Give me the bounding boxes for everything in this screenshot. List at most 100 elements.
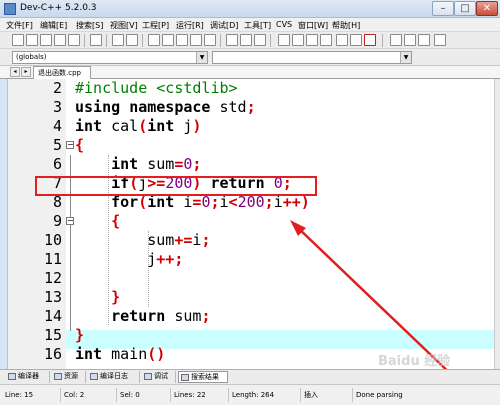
new-project-icon[interactable] xyxy=(390,34,402,46)
code-editor[interactable]: 2 3 4 5 6 7 8 9 10 11 12 13 14 15 16 − −… xyxy=(8,79,494,369)
undo-icon[interactable] xyxy=(112,34,124,46)
print-icon[interactable] xyxy=(90,34,102,46)
code-line: } xyxy=(111,288,121,306)
menu-view[interactable]: 视图[V] xyxy=(110,20,138,31)
line-number: 11 xyxy=(43,250,62,268)
replace-icon[interactable] xyxy=(162,34,174,46)
minimize-button[interactable]: – xyxy=(432,1,454,16)
code-line: sum+=i; xyxy=(147,231,211,249)
redo-icon[interactable] xyxy=(126,34,138,46)
line-number: 3 xyxy=(52,98,62,116)
code-line: using namespace std; xyxy=(75,98,256,116)
tab-compile-log[interactable]: 编译日志 xyxy=(88,371,140,383)
vertical-scrollbar[interactable] xyxy=(494,79,500,369)
bookmark-icon[interactable] xyxy=(254,34,266,46)
debug-icon[interactable] xyxy=(350,34,362,46)
class-toolbar: (globals) ▼ ▼ xyxy=(0,49,500,66)
watermark: Baidu 经验 xyxy=(378,354,451,369)
maximize-button[interactable]: □ xyxy=(454,1,476,16)
scope-select[interactable]: (globals) ▼ xyxy=(12,51,208,64)
toolbar-divider xyxy=(106,34,107,47)
status-message: Done parsing xyxy=(352,388,403,402)
line-number: 6 xyxy=(52,155,62,173)
back-icon[interactable] xyxy=(226,34,238,46)
new-file-icon[interactable] xyxy=(12,34,24,46)
fold-toggle-icon[interactable]: − xyxy=(66,217,74,225)
menu-help[interactable]: 帮助[H] xyxy=(332,20,360,31)
line-number: 12 xyxy=(43,269,62,287)
code-line: int main() xyxy=(75,345,166,363)
stop-icon[interactable] xyxy=(364,34,376,46)
tab-label: 搜索结果 xyxy=(191,373,219,381)
tab-label: 编译器 xyxy=(18,372,39,380)
indent-icon[interactable] xyxy=(204,34,216,46)
menu-cvs[interactable]: CVS xyxy=(276,20,292,29)
chevron-down-icon[interactable]: ▼ xyxy=(400,52,411,63)
menu-debug[interactable]: 调试[D] xyxy=(210,20,238,31)
symbol-select[interactable]: ▼ xyxy=(212,51,412,64)
project-panel-collapsed[interactable] xyxy=(0,79,8,369)
status-col: Col: 2 xyxy=(60,388,84,402)
compile-run-icon[interactable] xyxy=(306,34,318,46)
menu-window[interactable]: 窗口[W] xyxy=(298,20,328,31)
tab-label: 编译日志 xyxy=(100,372,128,380)
code-line: { xyxy=(111,212,121,230)
toggle-icon[interactable] xyxy=(418,34,430,46)
menu-run[interactable]: 运行[R] xyxy=(176,20,204,31)
tab-scroll-right-icon[interactable]: ▸ xyxy=(21,67,31,77)
save-all-icon[interactable] xyxy=(54,34,66,46)
compile-icon[interactable] xyxy=(278,34,290,46)
code-line: } xyxy=(75,326,85,344)
menu-edit[interactable]: 编辑[E] xyxy=(40,20,67,31)
close-file-icon[interactable] xyxy=(68,34,80,46)
open-file-icon[interactable] xyxy=(26,34,38,46)
line-number: 15 xyxy=(43,326,62,344)
compiler-icon xyxy=(8,373,16,380)
fold-toggle-icon[interactable]: − xyxy=(66,141,74,149)
app-icon xyxy=(4,3,16,15)
menu-search[interactable]: 搜索[S] xyxy=(76,20,103,31)
insert-icon[interactable] xyxy=(404,34,416,46)
menu-project[interactable]: 工程[P] xyxy=(142,20,169,31)
line-number: 10 xyxy=(43,231,62,249)
code-line: return sum; xyxy=(111,307,211,325)
code-line: { xyxy=(75,136,85,154)
line-number-gutter: 2 3 4 5 6 7 8 9 10 11 12 13 14 15 16 xyxy=(8,79,66,369)
tab-search-results[interactable]: 搜索结果 xyxy=(178,371,228,383)
goto-line-icon[interactable] xyxy=(190,34,202,46)
line-number: 16 xyxy=(43,345,62,363)
scope-value: (globals) xyxy=(16,53,47,61)
tab-file[interactable]: 退出函数.cpp xyxy=(33,66,91,79)
tab-resources[interactable]: 资源 xyxy=(52,371,86,383)
tab-label: 调试 xyxy=(154,372,168,380)
check-icon[interactable] xyxy=(336,34,348,46)
code-line: int cal(int j) xyxy=(75,117,202,135)
save-icon[interactable] xyxy=(40,34,52,46)
tab-scroll-left-icon[interactable]: ◂ xyxy=(10,67,20,77)
search-results-icon xyxy=(181,374,189,381)
line-number: 4 xyxy=(52,117,62,135)
run-icon[interactable] xyxy=(292,34,304,46)
line-number: 13 xyxy=(43,288,62,306)
forward-icon[interactable] xyxy=(240,34,252,46)
menu-tools[interactable]: 工具[T] xyxy=(244,20,271,31)
status-lines: Lines: 22 xyxy=(170,388,206,402)
code-line: int sum=0; xyxy=(111,155,202,173)
window-title: Dev-C++ 5.2.0.3 xyxy=(20,3,97,13)
status-line: Line: 15 xyxy=(5,391,34,399)
info-icon[interactable] xyxy=(434,34,446,46)
find-icon[interactable] xyxy=(148,34,160,46)
find-next-icon[interactable] xyxy=(176,34,188,46)
tab-compiler[interactable]: 编译器 xyxy=(6,371,50,383)
close-button[interactable]: ✕ xyxy=(476,1,498,16)
menu-file[interactable]: 文件[F] xyxy=(6,20,33,31)
chevron-down-icon[interactable]: ▼ xyxy=(196,52,207,63)
toolbar-divider xyxy=(220,34,221,47)
toolbar-divider xyxy=(270,34,271,47)
annotation-highlight-box xyxy=(35,176,317,196)
compile-log-icon xyxy=(90,373,98,380)
tab-label: 资源 xyxy=(64,372,78,380)
line-number: 5 xyxy=(52,136,62,154)
rebuild-icon[interactable] xyxy=(320,34,332,46)
tab-debug[interactable]: 调试 xyxy=(142,371,176,383)
